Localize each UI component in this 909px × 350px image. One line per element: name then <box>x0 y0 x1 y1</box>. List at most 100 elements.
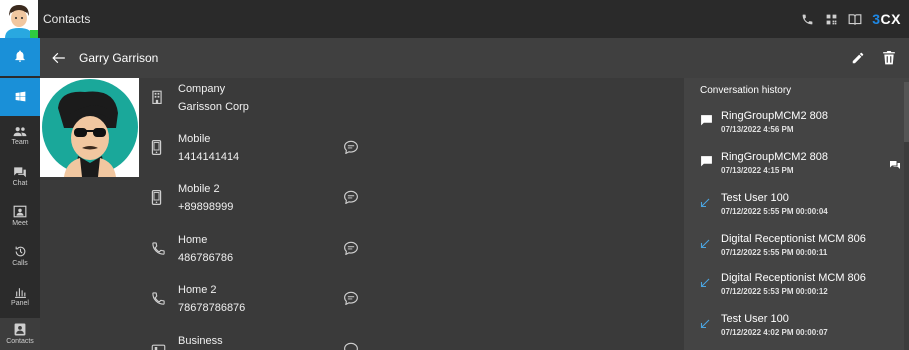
history-item-name: Digital Receptionist MCM 806 <box>721 233 866 245</box>
sidebar-item-team[interactable]: Team <box>0 122 40 150</box>
phone-icon <box>151 241 166 261</box>
history-item-date: 07/12/2022 5:53 PM 00:00:12 <box>721 287 828 296</box>
chat-icon <box>14 166 26 177</box>
windows-icon <box>15 91 25 101</box>
field-value: Garisson Corp <box>178 101 249 113</box>
sidebar-item-label: Meet <box>12 220 28 227</box>
conversation-history-panel: Conversation history RingGroupMCM2 808 0… <box>684 78 909 350</box>
sidebar-item-contacts[interactable]: Contacts <box>0 318 40 350</box>
field-label: Home <box>178 234 208 246</box>
business-phone-icon <box>151 342 166 350</box>
phone-icon[interactable] <box>800 12 814 26</box>
contact-photo <box>40 78 139 177</box>
field-label: Mobile <box>178 133 211 145</box>
chat-icon[interactable] <box>889 157 901 175</box>
history-item-name: Test User 100 <box>721 313 789 325</box>
sidebar-item-meet[interactable]: Meet <box>0 202 40 230</box>
chat-button[interactable] <box>343 140 359 159</box>
sidebar-item-calls[interactable]: Calls <box>0 242 40 270</box>
history-item-date: 07/13/2022 4:15 PM <box>721 166 794 175</box>
incoming-call-icon <box>700 195 710 213</box>
field-label: Mobile 2 <box>178 183 220 195</box>
trash-icon <box>883 51 895 65</box>
sidebar-item-chat[interactable]: Chat <box>0 162 40 190</box>
chat-bubble-icon <box>344 291 358 306</box>
back-button[interactable] <box>52 51 66 69</box>
field-mobile: Mobile 1414141414 <box>148 128 408 168</box>
arrow-left-icon <box>52 52 65 64</box>
brand-prefix: 3 <box>872 11 881 27</box>
sidebar-item-panel[interactable]: Panel <box>0 282 40 310</box>
message-icon <box>700 113 713 131</box>
qr-code-icon[interactable] <box>824 12 838 26</box>
incoming-call-icon <box>700 236 710 254</box>
sidebar-item-label: Chat <box>12 179 28 187</box>
field-label: Company <box>178 83 226 95</box>
brand-suffix: CX <box>880 11 901 27</box>
field-business: Business <box>148 330 408 350</box>
user-avatar[interactable] <box>0 0 38 38</box>
chat-button[interactable] <box>343 241 359 260</box>
history-item[interactable]: Test User 100 07/12/2022 5:55 PM 00:00:0… <box>700 192 895 228</box>
sidebar-item-notifications[interactable] <box>0 38 40 76</box>
bell-icon <box>15 50 25 62</box>
team-icon <box>13 127 27 137</box>
contact-name: Garry Garrison <box>79 51 159 65</box>
phone-icon <box>151 291 166 311</box>
app-title: Contacts <box>43 12 91 26</box>
field-company: Company Garisson Corp <box>148 78 408 118</box>
chat-bubble-icon <box>344 241 358 256</box>
edit-button[interactable] <box>851 51 865 70</box>
chat-button[interactable] <box>343 190 359 209</box>
field-home: Home 486786786 <box>148 229 408 269</box>
pencil-icon <box>852 52 864 64</box>
sidebar-item-label: Contacts <box>6 338 34 345</box>
contact-details: Company Garisson Corp Mobile 1414141414 … <box>40 78 684 350</box>
sidebar-item-label: Calls <box>12 260 28 267</box>
history-item[interactable]: Digital Receptionist MCM 806 07/12/2022 … <box>700 233 895 269</box>
chat-button[interactable] <box>343 291 359 310</box>
field-home-2: Home 2 78678786876 <box>148 279 408 319</box>
incoming-call-icon <box>700 316 710 334</box>
delete-button[interactable] <box>883 51 895 70</box>
brand-logo: 3CX <box>872 11 901 27</box>
contact-header: Garry Garrison <box>40 38 909 78</box>
chat-button[interactable] <box>343 342 359 350</box>
chat-bubble-icon <box>344 190 358 205</box>
field-label: Home 2 <box>178 284 217 296</box>
history-item[interactable]: RingGroupMCM2 808 07/13/2022 4:15 PM <box>700 151 900 187</box>
top-toolbar: 3CX <box>800 0 909 38</box>
sidebar: Team Chat Meet Calls Panel Contacts <box>0 38 40 350</box>
history-title: Conversation history <box>700 85 792 96</box>
history-item-name: Digital Receptionist MCM 806 <box>721 272 866 284</box>
sidebar-item-label: Team <box>11 139 29 146</box>
field-label: Business <box>178 335 223 347</box>
incoming-call-icon <box>700 275 710 293</box>
history-item[interactable]: Test User 100 07/12/2022 4:02 PM 00:00:0… <box>700 313 895 349</box>
chat-bubble-icon <box>344 140 358 155</box>
field-mobile-2: Mobile 2 +89898999 <box>148 178 408 218</box>
mobile-icon <box>151 190 162 210</box>
history-item-name: RingGroupMCM2 808 <box>721 110 828 122</box>
mobile-icon <box>151 140 162 160</box>
field-value[interactable]: 78678786876 <box>178 302 245 314</box>
sidebar-item-label: Panel <box>11 299 29 307</box>
history-item[interactable]: Digital Receptionist MCM 806 07/12/2022 … <box>700 272 895 308</box>
history-item-date: 07/12/2022 5:55 PM 00:00:11 <box>721 248 828 257</box>
message-icon <box>700 154 713 172</box>
history-item-date: 07/13/2022 4:56 PM <box>721 125 794 134</box>
history-item[interactable]: RingGroupMCM2 808 07/13/2022 4:56 PM <box>700 110 895 146</box>
meet-icon <box>13 205 27 218</box>
field-value[interactable]: +89898999 <box>178 201 233 213</box>
chat-bubble-icon <box>344 342 358 350</box>
history-item-name: Test User 100 <box>721 192 789 204</box>
history-scrollbar[interactable] <box>904 82 909 350</box>
sidebar-item-windows[interactable] <box>0 78 40 116</box>
history-item-name: RingGroupMCM2 808 <box>721 151 828 163</box>
building-icon <box>151 90 163 109</box>
top-bar: Contacts 3CX <box>0 0 909 38</box>
history-icon <box>15 246 25 257</box>
book-icon[interactable] <box>848 12 862 26</box>
field-value[interactable]: 1414141414 <box>178 151 239 163</box>
field-value[interactable]: 486786786 <box>178 252 233 264</box>
